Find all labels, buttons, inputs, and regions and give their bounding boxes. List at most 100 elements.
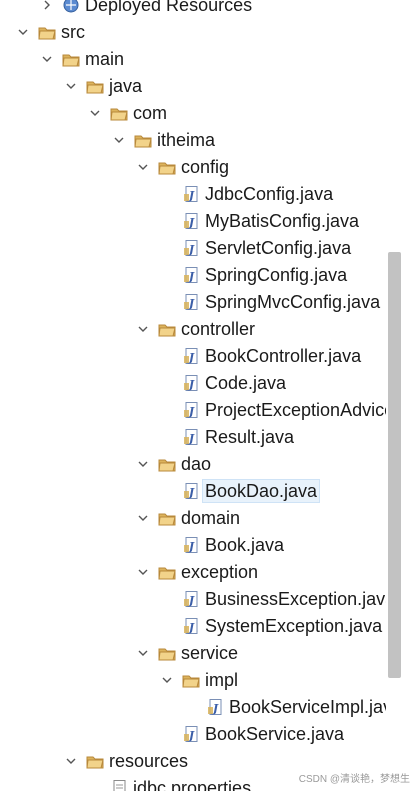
tree-item-bookdao-java[interactable]: J BookDao.java bbox=[0, 477, 386, 504]
tree-item-label: JdbcConfig.java bbox=[205, 183, 334, 204]
java-file-icon: J bbox=[182, 590, 200, 608]
folder-open-icon bbox=[158, 158, 176, 176]
java-file-icon: J bbox=[182, 266, 200, 284]
folder-open-icon bbox=[158, 563, 176, 581]
tree-item-systemexception-java[interactable]: J SystemException.java bbox=[0, 612, 386, 639]
folder-open-icon bbox=[182, 671, 200, 689]
folder-open-icon bbox=[110, 104, 128, 122]
deployed-resources-icon bbox=[62, 0, 80, 14]
tree-item-main[interactable]: main bbox=[0, 45, 386, 72]
chevron-down-icon[interactable] bbox=[16, 25, 30, 39]
tree-item-label: service bbox=[181, 642, 239, 663]
tree-item-label: Book.java bbox=[205, 534, 285, 555]
java-file-icon: J bbox=[206, 698, 224, 716]
tree-item-com[interactable]: com bbox=[0, 99, 386, 126]
java-file-icon: J bbox=[182, 293, 200, 311]
tree-item-java[interactable]: java bbox=[0, 72, 386, 99]
tree-item-itheima[interactable]: itheima bbox=[0, 126, 386, 153]
tree-item-label: jdbc.properties bbox=[133, 777, 252, 791]
chevron-down-icon[interactable] bbox=[160, 673, 174, 687]
tree-item-src[interactable]: src bbox=[0, 18, 386, 45]
tree-item-controller[interactable]: controller bbox=[0, 315, 386, 342]
chevron-down-icon[interactable] bbox=[136, 322, 150, 336]
tree-item-deployed-resources[interactable]: Deployed Resources bbox=[0, 0, 386, 18]
tree-item-label: Result.java bbox=[205, 426, 295, 447]
tree-item-springconfig-java[interactable]: J SpringConfig.java bbox=[0, 261, 386, 288]
java-file-icon: J bbox=[182, 185, 200, 203]
chevron-down-icon[interactable] bbox=[136, 646, 150, 660]
java-file-icon: J bbox=[182, 374, 200, 392]
java-file-icon: J bbox=[182, 617, 200, 635]
tree-item-label: src bbox=[61, 21, 85, 42]
folder-open-icon bbox=[38, 23, 56, 41]
tree-item-label: ProjectExceptionAdvice.java bbox=[205, 399, 386, 420]
tree-item-label: BusinessException.java bbox=[205, 588, 386, 609]
tree-item-label: impl bbox=[205, 669, 239, 690]
tree-item-label: Deployed Resources bbox=[85, 0, 253, 15]
java-file-icon: J bbox=[182, 536, 200, 554]
tree-item-label: com bbox=[133, 102, 168, 123]
tree-item-label: SpringMvcConfig.java bbox=[205, 291, 381, 312]
java-file-icon: J bbox=[182, 401, 200, 419]
folder-open-icon bbox=[158, 644, 176, 662]
chevron-down-icon[interactable] bbox=[64, 754, 78, 768]
java-file-icon: J bbox=[182, 347, 200, 365]
chevron-down-icon[interactable] bbox=[136, 160, 150, 174]
tree-item-bookcontroller-java[interactable]: J BookController.java bbox=[0, 342, 386, 369]
folder-open-icon bbox=[134, 131, 152, 149]
tree-item-label: domain bbox=[181, 507, 241, 528]
chevron-down-icon[interactable] bbox=[88, 106, 102, 120]
tree-item-label: dao bbox=[181, 453, 212, 474]
chevron-right-icon[interactable] bbox=[40, 0, 54, 12]
tree-item-code-java[interactable]: J Code.java bbox=[0, 369, 386, 396]
chevron-down-icon[interactable] bbox=[136, 565, 150, 579]
java-file-icon: J bbox=[182, 482, 200, 500]
tree-item-exception[interactable]: exception bbox=[0, 558, 386, 585]
tree-item-label: SpringConfig.java bbox=[205, 264, 348, 285]
tree-item-mybatisconfig-java[interactable]: J MyBatisConfig.java bbox=[0, 207, 386, 234]
chevron-down-icon[interactable] bbox=[112, 133, 126, 147]
tree-item-servletconfig-java[interactable]: J ServletConfig.java bbox=[0, 234, 386, 261]
tree-item-label: BookServiceImpl.java bbox=[229, 696, 386, 717]
tree-item-label: ServletConfig.java bbox=[205, 237, 352, 258]
chevron-down-icon[interactable] bbox=[136, 457, 150, 471]
chevron-down-icon[interactable] bbox=[64, 79, 78, 93]
tree-item-projectexceptionadvice-java[interactable]: J ProjectExceptionAdvice.java bbox=[0, 396, 386, 423]
tree-item-label: Code.java bbox=[205, 372, 287, 393]
tree-item-label: MyBatisConfig.java bbox=[205, 210, 360, 231]
tree-item-jdbcconfig-java[interactable]: J JdbcConfig.java bbox=[0, 180, 386, 207]
tree-item-bookserviceimpl-java[interactable]: J BookServiceImpl.java bbox=[0, 693, 386, 720]
tree-item-bookservice-java[interactable]: J BookService.java bbox=[0, 720, 386, 747]
tree-item-label: controller bbox=[181, 318, 256, 339]
folder-open-icon bbox=[62, 50, 80, 68]
java-file-icon: J bbox=[182, 212, 200, 230]
tree-item-domain[interactable]: domain bbox=[0, 504, 386, 531]
tree-item-label: resources bbox=[109, 750, 189, 771]
tree-item-label: java bbox=[109, 75, 143, 96]
tree-item-label: exception bbox=[181, 561, 259, 582]
chevron-down-icon[interactable] bbox=[136, 511, 150, 525]
java-file-icon: J bbox=[182, 239, 200, 257]
tree-item-label: BookDao.java bbox=[202, 478, 321, 503]
java-file-icon: J bbox=[182, 428, 200, 446]
project-explorer-tree: Deployed Resources src main java com ith… bbox=[0, 0, 386, 791]
folder-open-icon bbox=[86, 752, 104, 770]
tree-item-dao[interactable]: dao bbox=[0, 450, 386, 477]
tree-item-springmvcconfig-java[interactable]: J SpringMvcConfig.java bbox=[0, 288, 386, 315]
chevron-down-icon[interactable] bbox=[40, 52, 54, 66]
folder-open-icon bbox=[86, 77, 104, 95]
properties-file-icon bbox=[110, 779, 128, 791]
tree-item-service[interactable]: service bbox=[0, 639, 386, 666]
tree-item-label: BookService.java bbox=[205, 723, 345, 744]
tree-item-label: config bbox=[181, 156, 230, 177]
java-file-icon: J bbox=[182, 725, 200, 743]
tree-item-config[interactable]: config bbox=[0, 153, 386, 180]
tree-item-businessexception-java[interactable]: J BusinessException.java bbox=[0, 585, 386, 612]
tree-item-result-java[interactable]: J Result.java bbox=[0, 423, 386, 450]
tree-item-impl[interactable]: impl bbox=[0, 666, 386, 693]
tree-item-label: main bbox=[85, 48, 125, 69]
tree-item-book-java[interactable]: J Book.java bbox=[0, 531, 386, 558]
watermark: CSDN @清谈艳，梦想生 bbox=[298, 774, 410, 785]
folder-open-icon bbox=[158, 320, 176, 338]
vertical-scrollbar-thumb[interactable] bbox=[388, 252, 401, 678]
